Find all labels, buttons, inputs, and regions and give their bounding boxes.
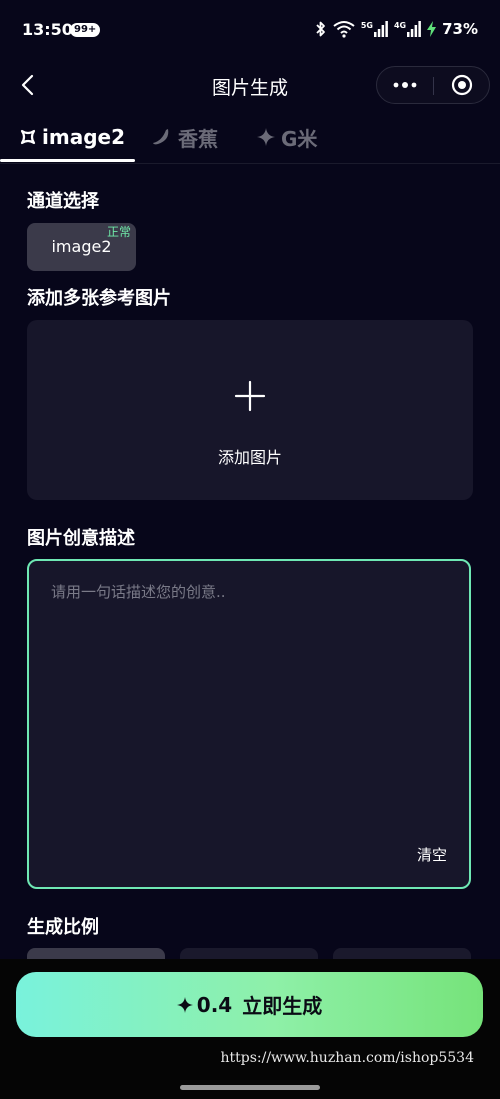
more-button[interactable] xyxy=(377,67,433,103)
signal-bars-5g-icon xyxy=(373,21,388,37)
generate-label: 立即生成 xyxy=(242,994,323,1018)
bluetooth-icon xyxy=(316,21,325,37)
add-reference-images-button[interactable]: 添加图片 xyxy=(27,320,473,500)
model-tabs: image2 香蕉 G米 xyxy=(0,112,500,164)
close-miniprogram-button[interactable] xyxy=(434,67,490,103)
nav-bar: 图片生成 xyxy=(0,60,500,110)
generate-button[interactable]: 0.4 立即生成 xyxy=(16,972,483,1037)
tab-label-banana: 香蕉 xyxy=(178,126,218,151)
wifi-icon xyxy=(333,21,355,38)
miniprogram-capsule xyxy=(376,66,490,104)
banana-icon xyxy=(153,129,169,145)
sparkle-star-icon xyxy=(176,996,193,1013)
image-generation-page: 13:50 99+ 5G 4G 73% 图片生成 image2 香蕉 G米 通道… xyxy=(0,0,500,1099)
channel-option-image2[interactable]: image2 正常 xyxy=(27,223,136,271)
notification-badge: 99+ xyxy=(70,23,101,37)
network-label-4g: 4G xyxy=(393,21,407,30)
plus-icon xyxy=(234,380,266,412)
description-box: 清空 xyxy=(27,559,471,889)
signal-bars-4g-icon xyxy=(407,21,421,37)
watermark-url: https://www.huzhan.com/ishop5534 xyxy=(220,1050,474,1066)
more-dots-icon xyxy=(393,82,417,88)
network-label-5g: 5G xyxy=(360,21,373,30)
signal-4g: 4G xyxy=(394,21,421,37)
tab-image2[interactable]: image2 xyxy=(20,122,125,152)
description-input[interactable] xyxy=(51,581,441,831)
ratio-section-title: 生成比例 xyxy=(27,917,99,938)
signal-5g: 5G xyxy=(361,21,388,37)
target-circle-icon xyxy=(451,74,473,96)
status-bar: 13:50 99+ 5G 4G 73% xyxy=(0,0,500,60)
generate-cost: 0.4 xyxy=(176,992,233,1017)
home-indicator[interactable] xyxy=(180,1085,320,1090)
sparkle-cross-icon xyxy=(20,129,36,145)
clear-button[interactable]: 清空 xyxy=(417,844,447,865)
sparkle-star-icon xyxy=(257,128,275,146)
tab-label-gmi: G米 xyxy=(281,126,318,151)
tab-banana[interactable]: 香蕉 xyxy=(152,122,218,152)
charging-bolt-icon xyxy=(427,21,437,37)
description-section-title: 图片创意描述 xyxy=(27,528,135,549)
reference-section-title: 添加多张参考图片 xyxy=(27,288,171,309)
status-icons: 5G 4G 73% xyxy=(315,18,478,40)
add-image-label: 添加图片 xyxy=(217,448,282,467)
generate-cost-value: 0.4 xyxy=(196,992,233,1017)
tab-gmi[interactable]: G米 xyxy=(257,122,317,152)
active-tab-indicator xyxy=(0,159,135,162)
bottom-action-bar: 0.4 立即生成 https://www.huzhan.com/ishop553… xyxy=(0,959,500,1099)
channel-status-badge: 正常 xyxy=(106,225,131,239)
tab-label-image2: image2 xyxy=(42,125,125,149)
status-time: 13:50 xyxy=(22,20,73,39)
battery-level: 73% xyxy=(442,20,478,38)
channel-section-title: 通道选择 xyxy=(27,191,99,212)
